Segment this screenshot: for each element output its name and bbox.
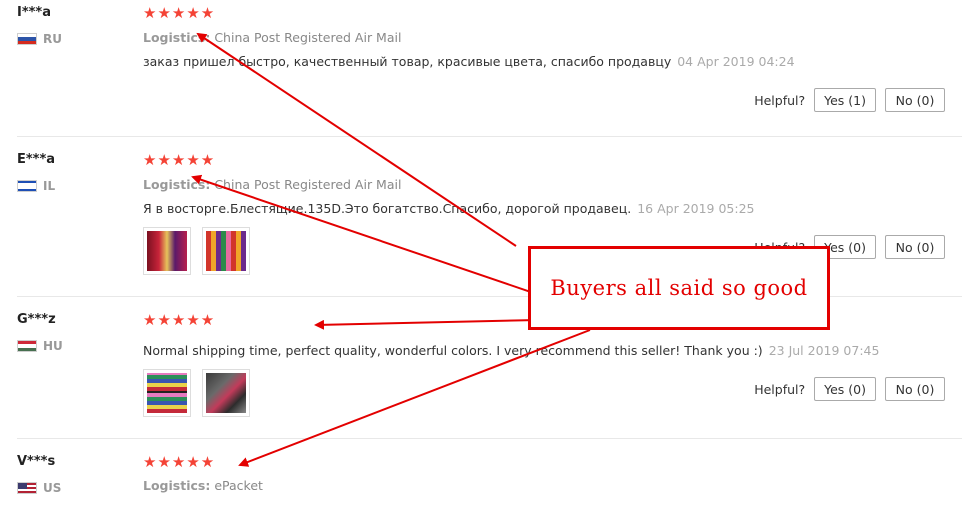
logistics-method: China Post Registered Air Mail [214, 30, 402, 45]
helpful-no-button[interactable]: No (0) [885, 235, 945, 259]
annotation-text: Buyers all said so good [550, 276, 808, 300]
helpful-yes-button[interactable]: Yes (0) [814, 377, 876, 401]
logistics-method: China Post Registered Air Mail [214, 177, 402, 192]
star-rating: ★★★★★ [143, 4, 216, 22]
thread-spools-photo[interactable] [143, 227, 191, 275]
star-rating: ★★★★★ [143, 311, 216, 329]
review-date: 04 Apr 2019 04:24 [677, 54, 795, 69]
reviewer-name: I***a [17, 5, 52, 20]
review-text: заказ пришел быстро, качественный товар,… [143, 54, 795, 69]
review-body: заказ пришел быстро, качественный товар,… [143, 54, 672, 69]
country-code: IL [43, 179, 56, 193]
logistics-label: Logistics: [143, 478, 211, 493]
helpful-label: Helpful? [754, 381, 806, 397]
russia-flag-icon [17, 33, 37, 45]
review-photos [143, 227, 250, 275]
logistics-method: ePacket [214, 478, 263, 493]
review-text: Я в восторге.Блестящие.135D.Это богатств… [143, 201, 755, 216]
review-date: 23 Jul 2019 07:45 [768, 343, 880, 358]
annotation-callout: Buyers all said so good [528, 246, 830, 330]
logistics-info: Logistics: ePacket [143, 478, 263, 493]
usa-flag-icon [17, 482, 37, 494]
star-rating: ★★★★★ [143, 453, 216, 471]
review-text: Normal shipping time, perfect quality, w… [143, 343, 879, 358]
helpful-no-button[interactable]: No (0) [885, 377, 945, 401]
reviewer-country: US [17, 481, 61, 495]
review-item: V***s US ★★★★★ Logistics: ePacket [0, 439, 962, 506]
country-code: RU [43, 32, 62, 46]
logistics-info: Logistics: China Post Registered Air Mai… [143, 30, 401, 45]
helpful-yes-button[interactable]: Yes (1) [814, 88, 876, 112]
review-photos [143, 369, 250, 417]
helpful-no-button[interactable]: No (0) [885, 88, 945, 112]
reviewer-country: HU [17, 339, 63, 353]
helpful-vote: Helpful? Yes (1) No (0) [754, 88, 945, 112]
review-date: 16 Apr 2019 05:25 [637, 201, 755, 216]
logistics-label: Logistics: [143, 30, 211, 45]
country-code: US [43, 481, 62, 495]
helpful-label: Helpful? [754, 92, 806, 108]
thread-box-photo[interactable] [202, 227, 250, 275]
review-body: Normal shipping time, perfect quality, w… [143, 343, 763, 358]
star-rating: ★★★★★ [143, 151, 216, 169]
thread-grid-photo[interactable] [143, 369, 191, 417]
reviewer-name: G***z [17, 312, 56, 327]
hungary-flag-icon [17, 340, 37, 352]
helpful-vote: Helpful? Yes (0) No (0) [754, 377, 945, 401]
logistics-label: Logistics: [143, 177, 211, 192]
israel-flag-icon [17, 180, 37, 192]
thread-package-photo[interactable] [202, 369, 250, 417]
reviewer-country: IL [17, 179, 55, 193]
reviewer-country: RU [17, 32, 62, 46]
logistics-info: Logistics: China Post Registered Air Mai… [143, 177, 401, 192]
review-item: I***a RU ★★★★★ Logistics: China Post Reg… [0, 0, 962, 136]
reviewer-name: E***a [17, 152, 56, 167]
country-code: HU [43, 339, 63, 353]
reviewer-name: V***s [17, 454, 56, 469]
review-body: Я в восторге.Блестящие.135D.Это богатств… [143, 201, 632, 216]
